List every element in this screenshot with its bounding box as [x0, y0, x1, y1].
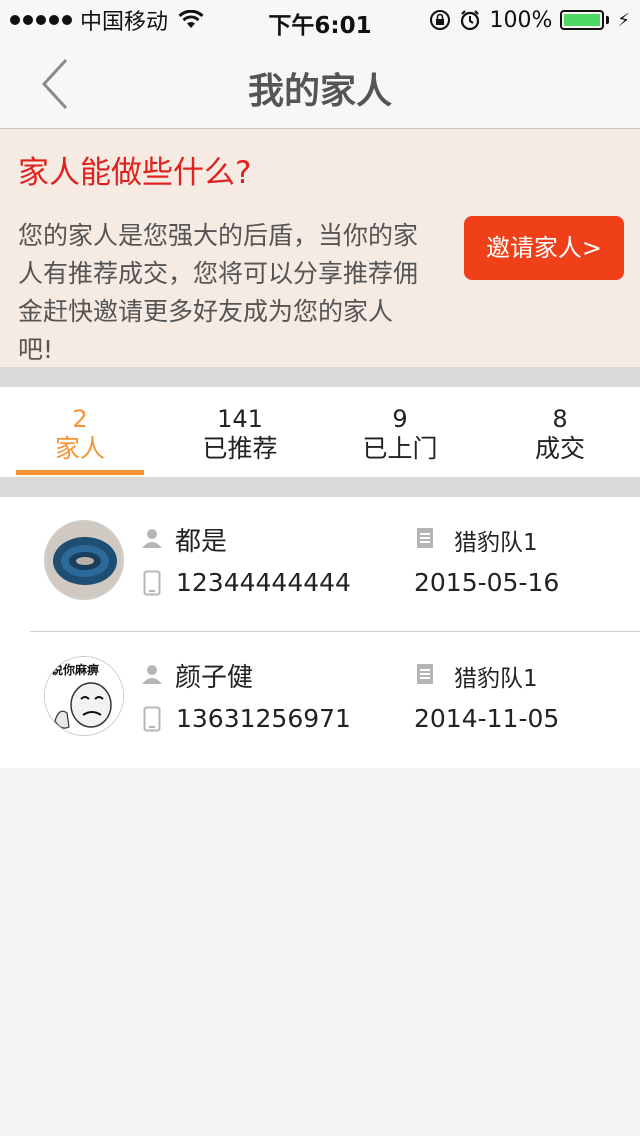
team-icon	[417, 528, 433, 548]
battery-tip	[606, 16, 610, 24]
tab-recommended[interactable]: 141 已推荐	[160, 387, 320, 477]
page-title: 我的家人	[247, 71, 392, 112]
list-divider	[30, 631, 640, 632]
battery-icon	[560, 10, 605, 30]
belt-photo-icon	[45, 521, 123, 599]
status-bar: 中国移动 下午6:01 100% ⚡	[0, 0, 640, 40]
phone-icon	[143, 570, 161, 596]
invite-family-button[interactable]: 邀请家人>	[464, 216, 624, 280]
alarm-icon	[461, 10, 480, 31]
tab-count: 8	[552, 405, 568, 433]
member-name: 都是	[175, 527, 228, 557]
section-divider	[0, 477, 640, 497]
member-date: 2014-11-05	[414, 704, 560, 733]
member-phone: 13631256971	[176, 704, 351, 733]
member-date: 2015-05-16	[414, 568, 560, 597]
active-tab-indicator	[16, 470, 144, 475]
rotation-lock-icon	[430, 10, 451, 30]
section-divider	[0, 367, 640, 387]
tab-label: 已推荐	[202, 434, 278, 463]
tab-label: 已上门	[362, 434, 438, 463]
avatar-caption: 说你麻痹	[51, 663, 100, 677]
member-team: 猎豹队1	[454, 530, 538, 556]
charging-icon: ⚡	[617, 9, 630, 31]
tab-count: 2	[72, 405, 88, 433]
nav-bar: 我的家人	[0, 40, 640, 129]
avatar: 说你麻痹	[44, 656, 124, 736]
person-icon	[142, 529, 162, 548]
stats-tabs: 2 家人 141 已推荐 9 已上门 8 成交	[0, 387, 640, 477]
tab-deals[interactable]: 8 成交	[480, 387, 640, 477]
member-list: 都是 猎豹队1 12344444444 2015-05-16 说你麻痹 颜子健 …	[0, 497, 640, 768]
banner-title: 家人能做些什么?	[18, 155, 252, 191]
avatar	[44, 520, 124, 600]
phone-icon	[143, 706, 161, 732]
battery-percent: 100%	[489, 7, 553, 33]
status-right: 100% ⚡	[429, 6, 630, 34]
info-banner: 家人能做些什么? 您的家人是您强大的后盾，当你的家人有推荐成交，您将可以分享推荐…	[0, 129, 640, 367]
tab-count: 141	[217, 405, 263, 433]
member-phone: 12344444444	[176, 568, 351, 597]
person-icon	[142, 665, 162, 684]
member-team: 猎豹队1	[454, 666, 538, 692]
member-name: 颜子健	[175, 663, 254, 693]
banner-description: 您的家人是您强大的后盾，当你的家人有推荐成交，您将可以分享推荐佣金赶快邀请更多好…	[18, 221, 419, 364]
tab-visited[interactable]: 9 已上门	[320, 387, 480, 477]
list-item[interactable]: 都是 猎豹队1 12344444444 2015-05-16	[0, 497, 640, 632]
tab-count: 9	[392, 405, 408, 433]
tab-family[interactable]: 2 家人	[0, 387, 160, 477]
tab-label: 成交	[534, 434, 585, 463]
list-item[interactable]: 说你麻痹 颜子健 猎豹队1 13631256971 2014-11-05	[0, 633, 640, 768]
tab-label: 家人	[54, 434, 105, 463]
team-icon	[417, 664, 433, 684]
